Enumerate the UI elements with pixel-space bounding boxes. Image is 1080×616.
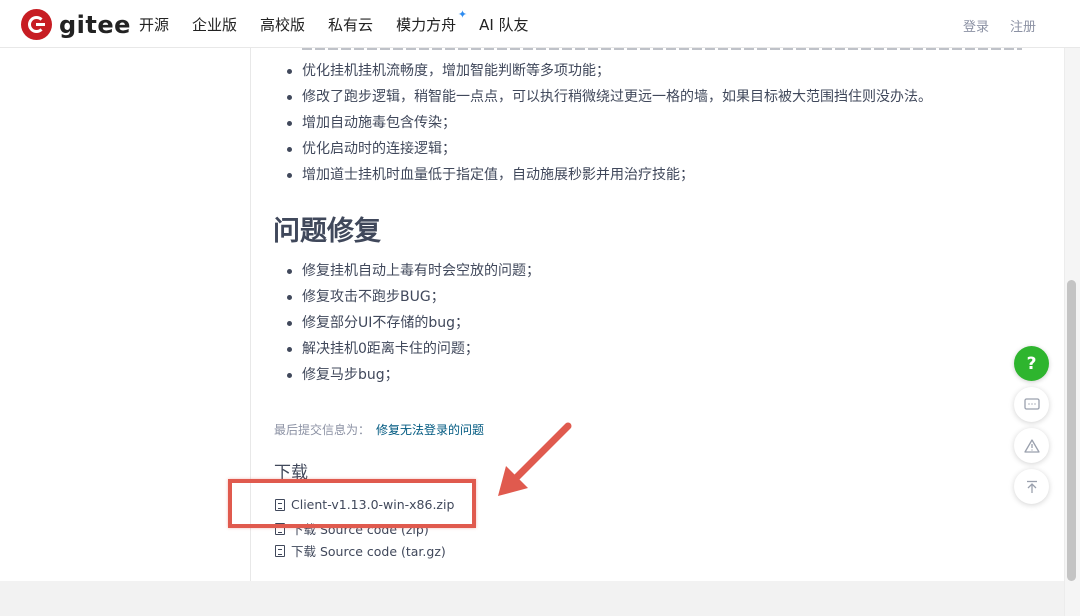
comment-icon xyxy=(1023,397,1040,410)
list-item: 增加道士挂机时血量低于指定值，自动施展秒影并用治疗技能； xyxy=(276,162,932,188)
gitee-logo[interactable]: gitee xyxy=(21,9,131,40)
list-item: 增加自动施毒包含传染； xyxy=(276,110,932,136)
file-icon xyxy=(275,544,285,557)
list-item: 修复马步bug； xyxy=(276,362,540,388)
back-to-top-button[interactable] xyxy=(1014,469,1049,504)
arrow-icon xyxy=(498,422,572,496)
login-link[interactable]: 登录 xyxy=(963,16,989,35)
logo-text: gitee xyxy=(59,10,131,39)
back-to-top-icon xyxy=(1026,480,1037,493)
commit-message-link[interactable]: 修复无法登录的问题 xyxy=(376,421,484,438)
nav-item-open-source[interactable]: 开源 xyxy=(139,14,169,35)
top-navbar: gitee 开源 企业版 高校版 私有云 模力方舟 ✦ AI 队友 登录 注册 xyxy=(0,0,1080,48)
list-item: 优化挂机挂机流畅度，增加智能判断等多项功能； xyxy=(276,58,932,84)
sparkle-icon: ✦ xyxy=(457,7,468,21)
nav-item-moli[interactable]: 模力方舟 ✦ xyxy=(396,8,467,35)
scrollbar-thumb[interactable] xyxy=(1067,280,1076,581)
auth-links: 登录 注册 xyxy=(942,16,1036,35)
list-item: 修复攻击不跑步BUG； xyxy=(276,284,540,310)
footer-band xyxy=(0,581,1064,616)
list-item: 优化启动时的连接逻辑； xyxy=(276,136,932,162)
list-item: 修复挂机自动上毒有时会空放的问题； xyxy=(276,258,540,284)
list-item: 修改了跑步逻辑，稍智能一点点，可以执行稍微绕过更远一格的墙，如果目标被大范围挡住… xyxy=(276,84,932,110)
report-button[interactable] xyxy=(1014,428,1049,463)
nav-item-education[interactable]: 高校版 xyxy=(260,14,305,35)
features-list: 优化挂机挂机流畅度，增加智能判断等多项功能； 修改了跑步逻辑，稍智能一点点，可以… xyxy=(276,58,932,188)
list-item: 修复部分UI不存储的bug； xyxy=(276,310,540,336)
commit-label: 最后提交信息为： xyxy=(274,423,371,437)
nav-item-enterprise[interactable]: 企业版 xyxy=(192,14,237,35)
comment-button[interactable] xyxy=(1014,387,1049,422)
list-item: 解决挂机0距离卡住的问题； xyxy=(276,336,540,362)
download-source-targz[interactable]: 下载 Source code (tar.gz) xyxy=(275,541,446,560)
register-link[interactable]: 注册 xyxy=(1010,16,1036,35)
main-nav: 开源 企业版 高校版 私有云 模力方舟 ✦ AI 队友 xyxy=(139,0,552,48)
nav-item-ai-teammate[interactable]: AI 队友 xyxy=(479,14,528,35)
help-button[interactable]: ? xyxy=(1014,346,1049,381)
bugfix-list: 修复挂机自动上毒有时会空放的问题； 修复攻击不跑步BUG； 修复部分UI不存储的… xyxy=(276,258,540,388)
nav-item-private-cloud[interactable]: 私有云 xyxy=(328,14,373,35)
gitee-logo-icon xyxy=(21,9,52,40)
nav-item-moli-label: 模力方舟 xyxy=(396,15,457,34)
download-label: 下载 Source code (tar.gz) xyxy=(291,544,446,559)
highlight-box xyxy=(228,479,476,528)
warning-icon xyxy=(1023,438,1040,453)
bugfix-heading: 问题修复 xyxy=(273,216,381,247)
